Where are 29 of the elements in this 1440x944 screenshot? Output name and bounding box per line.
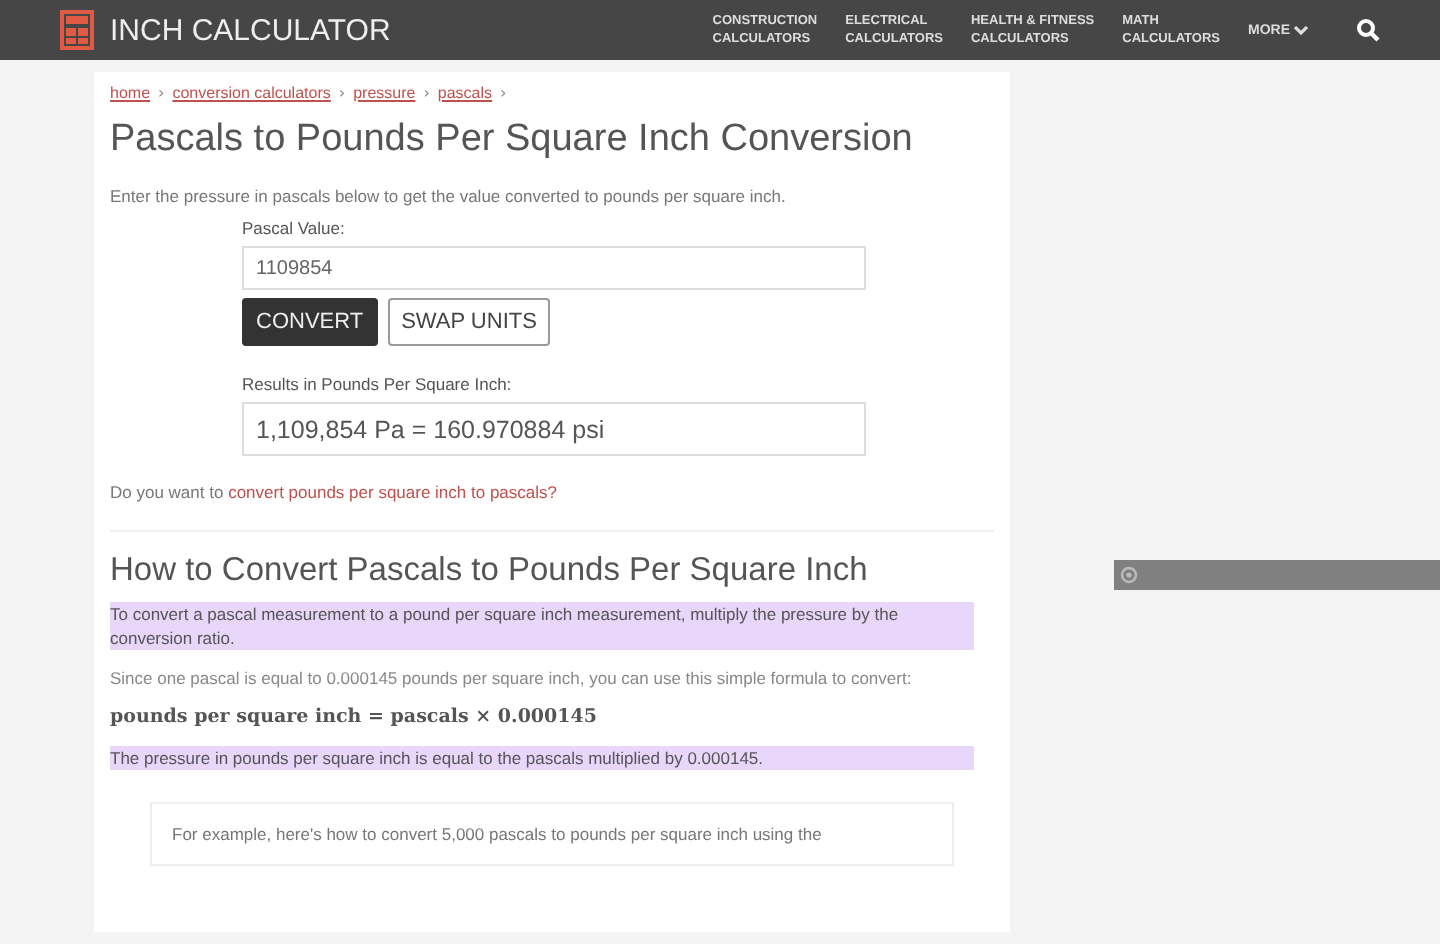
search-icon[interactable] xyxy=(1356,18,1380,42)
intro-text: Enter the pressure in pascals below to get the value converted to pounds per square inch. xyxy=(110,186,788,206)
breadcrumb-separator: › xyxy=(500,84,507,102)
chevron-down-icon xyxy=(1294,25,1308,35)
paragraph: Since one pascal is equal to 0.000145 pounds per square inch, you can use this simple formula to convert: xyxy=(110,666,914,690)
circle-icon[interactable] xyxy=(1120,566,1138,584)
page-title: Pascals to Pounds Per Square Inch Conversion xyxy=(110,118,915,162)
reverse-link[interactable]: convert pounds per square inch to pascals? xyxy=(228,482,557,502)
breadcrumb-link[interactable]: home xyxy=(110,84,151,102)
formula-text: pounds per square inch = pascals × 0.000145 xyxy=(110,706,599,730)
swap-button[interactable]: SWAP UNITS xyxy=(387,298,551,346)
paragraph: To convert a pascal measurement to a pound per square inch measurement, multiply the pressure by the conversion ratio. xyxy=(110,602,974,650)
field-label: Pascal Value: xyxy=(242,218,347,238)
result-field[interactable]: 1,109,854 Pa = 160.970884 psi xyxy=(242,402,866,456)
breadcrumb-link[interactable]: conversion calculators xyxy=(172,84,331,102)
section-heading: How to Convert Pascals to Pounds Per Square Inch xyxy=(110,552,870,590)
breadcrumb-separator: › xyxy=(158,84,165,102)
pascal-input[interactable]: 1109854 xyxy=(242,246,866,290)
reverse-text: Do you want to convert pounds per square inch to pascals? xyxy=(110,482,559,502)
example-box: For example, here's how to convert 5,000 pascals to pounds per square inch using the xyxy=(150,802,954,866)
breadcrumb-separator: › xyxy=(423,84,430,102)
breadcrumb-link[interactable]: pascals xyxy=(437,84,493,102)
result-label: Results in Pounds Per Square Inch: xyxy=(242,374,514,394)
paragraph: The pressure in pounds per square inch is equal to the pascals multiplied by 0.000145. xyxy=(110,746,974,770)
convert-button[interactable]: CONVERT xyxy=(242,298,378,346)
site-logo-text[interactable]: INCH CALCULATOR xyxy=(110,13,391,47)
breadcrumb-separator: › xyxy=(338,84,346,102)
calculator-logo-icon[interactable] xyxy=(60,10,94,50)
breadcrumb-link[interactable]: pressure xyxy=(353,84,416,102)
